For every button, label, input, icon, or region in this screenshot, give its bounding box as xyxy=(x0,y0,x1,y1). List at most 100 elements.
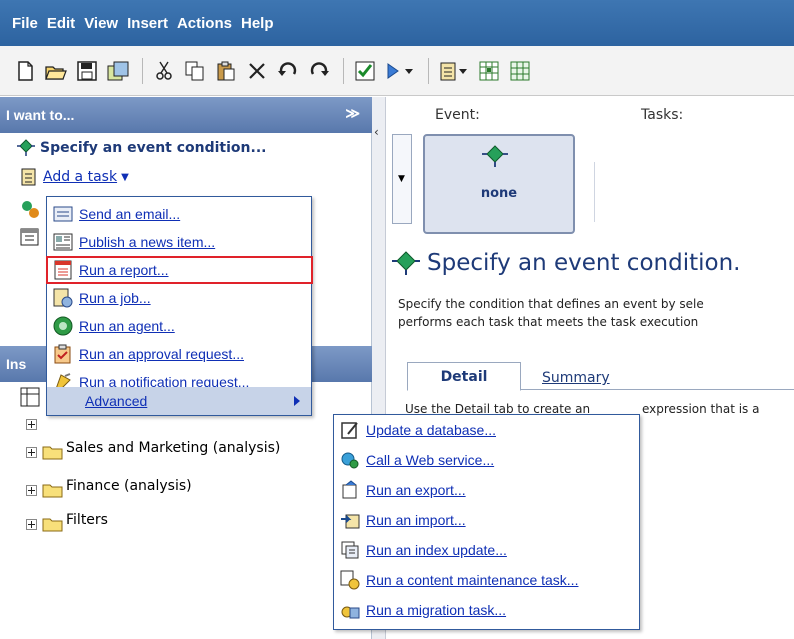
tree-item[interactable]: Sales and Marketing (analysis) xyxy=(26,440,280,460)
run-job-item[interactable]: Run a job... xyxy=(49,285,151,311)
folder-icon xyxy=(42,518,63,532)
run-migration-label[interactable]: Run a migration task... xyxy=(366,602,506,618)
menu-insert[interactable]: Insert xyxy=(127,15,168,32)
run-content-maintenance-item[interactable]: Run a content maintenance task... xyxy=(336,567,578,593)
database-icon xyxy=(340,420,360,440)
tree-expand-icon[interactable] xyxy=(26,419,37,434)
run-content-maintenance-label[interactable]: Run a content maintenance task... xyxy=(366,572,578,588)
run-migration-item[interactable]: Run a migration task... xyxy=(336,597,506,623)
description-line-1: Specify the condition that defines an ev… xyxy=(398,297,704,311)
save-as-icon[interactable] xyxy=(107,60,129,82)
tree-expand-icon[interactable] xyxy=(26,446,37,458)
tab-detail[interactable]: Detail xyxy=(407,362,521,391)
specify-event-label: Specify an event condition... xyxy=(40,140,267,156)
delete-icon[interactable] xyxy=(246,60,268,82)
event-box[interactable]: none xyxy=(423,134,575,234)
migration-icon xyxy=(340,600,360,620)
toolbar-separator xyxy=(142,57,143,84)
call-web-service-label[interactable]: Call a Web service... xyxy=(366,452,494,468)
run-export-label[interactable]: Run an export... xyxy=(366,482,466,498)
tree-item-label: Sales and Marketing (analysis) xyxy=(66,440,281,456)
menu-help[interactable]: Help xyxy=(241,15,274,32)
save-icon[interactable] xyxy=(76,60,98,82)
index-icon xyxy=(340,540,360,560)
run-agent-item[interactable]: Run an agent... xyxy=(49,313,175,339)
tree-expand-icon[interactable] xyxy=(26,484,37,496)
agent-icon xyxy=(53,316,73,336)
advanced-item[interactable]: Advanced xyxy=(47,387,311,415)
paste-icon[interactable] xyxy=(215,60,237,82)
redo-icon[interactable] xyxy=(308,60,330,82)
undo-icon[interactable] xyxy=(277,60,299,82)
add-task-row[interactable]: Add a task ▼ xyxy=(20,167,129,187)
run-approval-item[interactable]: Run an approval request... xyxy=(49,341,244,367)
publish-news-item[interactable]: Publish a news item... xyxy=(49,229,215,255)
specify-event-row[interactable]: Specify an event condition... xyxy=(16,139,266,157)
description-line-2: performs each task that meets the task e… xyxy=(398,315,699,329)
run-icon[interactable] xyxy=(385,60,415,82)
menu-bar: File Edit View Insert Actions Help xyxy=(0,0,794,46)
menu-edit[interactable]: Edit xyxy=(47,15,75,32)
properties-icon[interactable] xyxy=(439,60,469,82)
cut-icon[interactable] xyxy=(153,60,175,82)
export-icon xyxy=(340,480,360,500)
import-icon xyxy=(340,510,360,530)
collapse-chevron-icon[interactable]: ≫ xyxy=(345,105,360,122)
run-import-label[interactable]: Run an import... xyxy=(366,512,466,528)
call-web-service-item[interactable]: Call a Web service... xyxy=(336,447,494,473)
report-icon xyxy=(53,260,73,280)
open-icon[interactable] xyxy=(45,60,67,82)
run-report-item[interactable]: Run a report... xyxy=(46,256,313,284)
send-email-item[interactable]: Send an email... xyxy=(49,201,180,227)
run-import-item[interactable]: Run an import... xyxy=(336,507,466,533)
run-approval-label[interactable]: Run an approval request... xyxy=(79,346,244,362)
tree-item[interactable]: Filters xyxy=(26,512,108,532)
tree-expand-icon[interactable] xyxy=(26,518,37,530)
event-selector[interactable]: ▼ xyxy=(392,134,412,224)
approval-icon xyxy=(53,344,73,364)
run-index-update-item[interactable]: Run an index update... xyxy=(336,537,507,563)
add-task-dropdown-icon[interactable]: ▼ xyxy=(121,172,129,183)
insertable-objects-title: Ins xyxy=(6,356,27,372)
event-condition-icon xyxy=(392,251,420,275)
package-icon xyxy=(20,387,40,411)
advanced-submenu: Update a database... Call a Web service.… xyxy=(333,414,640,630)
spreadsheet-icon[interactable] xyxy=(509,60,531,82)
run-agent-label[interactable]: Run an agent... xyxy=(79,318,175,334)
maintenance-icon xyxy=(340,570,360,590)
send-email-label[interactable]: Send an email... xyxy=(79,206,180,222)
add-task-link[interactable]: Add a task xyxy=(43,169,117,185)
news-icon xyxy=(53,232,73,252)
add-task-menu: Send an email... Publish a news item... … xyxy=(46,196,313,416)
validate-icon[interactable] xyxy=(354,60,376,82)
collapse-left-icon[interactable]: ‹ xyxy=(374,125,379,139)
schedule-icon[interactable] xyxy=(478,60,500,82)
copy-icon[interactable] xyxy=(184,60,206,82)
run-job-label[interactable]: Run a job... xyxy=(79,290,151,306)
toolbar-separator xyxy=(428,57,429,84)
run-export-item[interactable]: Run an export... xyxy=(336,477,466,503)
publish-news-label[interactable]: Publish a news item... xyxy=(79,234,215,250)
advanced-label[interactable]: Advanced xyxy=(85,393,147,409)
update-database-item[interactable]: Update a database... xyxy=(336,417,496,443)
menu-actions[interactable]: Actions xyxy=(177,15,232,32)
event-selector-arrow-icon[interactable]: ▼ xyxy=(398,174,405,184)
event-box-label: none xyxy=(480,186,518,201)
tree-item-label: Finance (analysis) xyxy=(66,478,192,494)
toolbar xyxy=(0,46,794,96)
tree-item[interactable]: Finance (analysis) xyxy=(26,478,192,498)
new-icon[interactable] xyxy=(14,60,36,82)
web-service-icon xyxy=(340,450,360,470)
tree-item-label: Filters xyxy=(66,512,108,528)
description: Specify the condition that defines an ev… xyxy=(398,295,704,331)
i-want-to-header[interactable]: I want to... ≫ xyxy=(0,97,372,133)
event-icon xyxy=(17,139,35,156)
menu-view[interactable]: View xyxy=(84,15,118,32)
run-index-update-label[interactable]: Run an index update... xyxy=(366,542,507,558)
menu-file[interactable]: File xyxy=(12,15,38,32)
update-database-label[interactable]: Update a database... xyxy=(366,422,496,438)
tab-summary[interactable]: Summary xyxy=(542,370,610,386)
task-divider xyxy=(594,162,595,222)
toolbar-separator xyxy=(343,57,344,84)
run-report-label[interactable]: Run a report... xyxy=(79,262,169,278)
